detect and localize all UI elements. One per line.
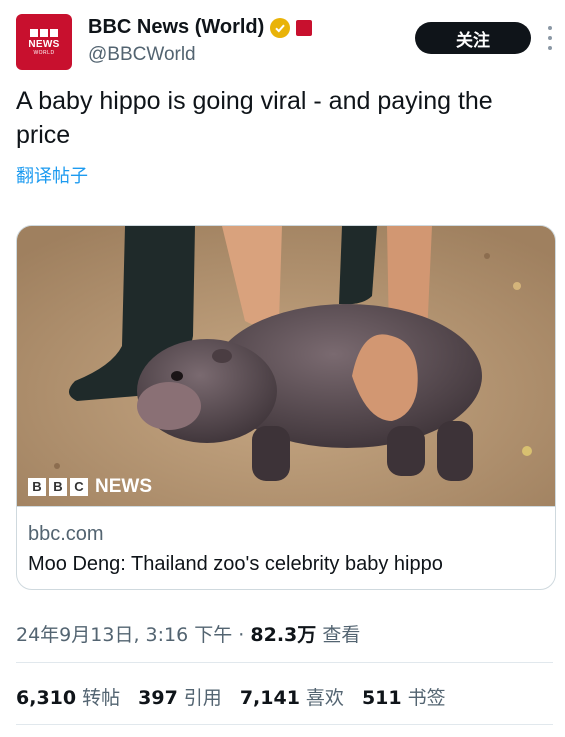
avatar[interactable]: NEWS WORLD [16, 14, 72, 70]
tweet-header: NEWS WORLD BBC News (World) @BBCWorld 关注 [16, 14, 552, 70]
card-title[interactable]: Moo Deng: Thailand zoo's celebrity baby … [28, 553, 443, 576]
tweet-meta: 24年9月13日, 3:16 下午 · 82.3万 查看 [16, 620, 360, 647]
avatar-bbc-blocks [30, 28, 58, 37]
baby-hippo-photo [17, 226, 555, 506]
user-handle[interactable]: @BBCWorld [88, 44, 196, 66]
meta-separator: · [238, 624, 245, 646]
verified-badge-icon [270, 17, 291, 38]
translate-post-link[interactable]: 翻译帖子 [16, 162, 88, 188]
link-card[interactable]: B B C NEWS bbc.com Moo Deng: Thailand zo… [16, 225, 556, 590]
avatar-news-text: NEWS [28, 38, 60, 50]
engagement-stats: 6,310 转帖 397 引用 7,141 喜欢 511 书签 [16, 683, 446, 710]
divider [16, 724, 553, 725]
name-row: BBC News (World) [88, 16, 313, 39]
stat-reposts[interactable]: 6,310 转帖 [16, 683, 120, 710]
views-count: 82.3万 [250, 624, 317, 646]
card-image[interactable]: B B C NEWS [17, 226, 555, 506]
stat-bookmarks[interactable]: 511 书签 [362, 683, 446, 710]
bbc-news-watermark: B B C NEWS [28, 476, 152, 498]
affiliate-badge-icon [296, 19, 313, 36]
timestamp[interactable]: 24年9月13日, 3:16 下午 [16, 624, 232, 646]
stat-likes[interactable]: 7,141 喜欢 [240, 683, 344, 710]
tweet-text: A baby hippo is going viral - and paying… [16, 87, 493, 149]
more-vertical-icon[interactable] [547, 26, 553, 50]
card-text-area[interactable]: bbc.com Moo Deng: Thailand zoo's celebri… [17, 506, 555, 589]
display-name[interactable]: BBC News (World) [88, 16, 264, 39]
avatar-world-text: WORLD [33, 49, 55, 56]
stat-quotes[interactable]: 397 引用 [138, 683, 222, 710]
views-label: 查看 [322, 624, 361, 646]
follow-button[interactable]: 关注 [415, 22, 531, 54]
card-domain: bbc.com [28, 523, 104, 545]
divider [16, 662, 553, 663]
